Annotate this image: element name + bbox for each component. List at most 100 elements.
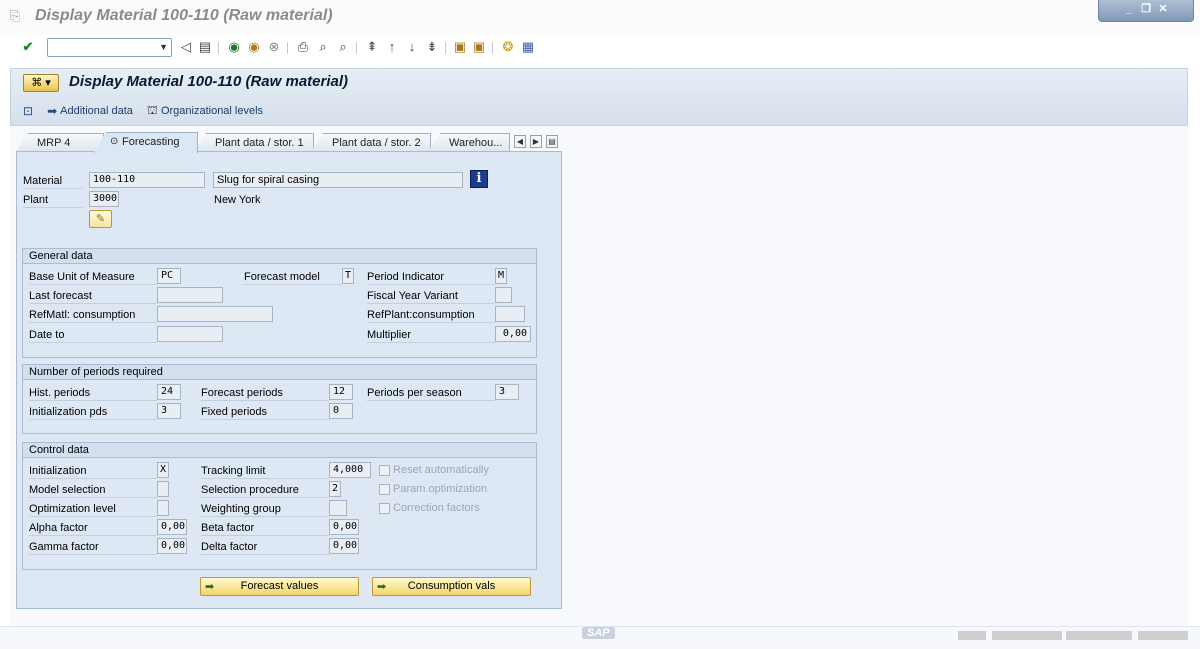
- periods-per-season-label: Periods per season: [367, 387, 462, 399]
- tab-label: Warehou...: [449, 137, 503, 149]
- tab-forecasting[interactable]: ⊙ Forecasting: [94, 132, 198, 153]
- refplant-consumption-field[interactable]: [495, 306, 525, 322]
- period-indicator-field[interactable]: M: [495, 268, 507, 284]
- shortcut-icon[interactable]: ▣: [471, 39, 487, 55]
- command-field[interactable]: ▼: [47, 38, 172, 57]
- tab-scroll-left-icon[interactable]: ◀: [514, 135, 526, 148]
- status-info: [992, 631, 1062, 640]
- gamma-factor-field[interactable]: 0,00: [157, 538, 187, 554]
- beta-factor-label: Beta factor: [201, 522, 255, 534]
- check-screen-data-button[interactable]: ⊡: [23, 104, 33, 118]
- tab-plant-data-stor2[interactable]: Plant data / stor. 2: [311, 133, 431, 152]
- forecast-values-button[interactable]: ➡ Forecast values: [200, 577, 359, 596]
- refmatl-consumption-label: RefMatl: consumption: [29, 309, 136, 321]
- weighting-group-label: Weighting group: [201, 503, 281, 515]
- hist-periods-label: Hist. periods: [29, 387, 91, 399]
- material-field[interactable]: 100-110: [89, 172, 205, 188]
- date-to-label: Date to: [29, 329, 65, 341]
- last-page-icon[interactable]: ⇟: [424, 39, 440, 55]
- consumption-vals-button[interactable]: ➡ Consumption vals: [372, 577, 531, 596]
- delta-factor-field[interactable]: 0,00: [329, 538, 359, 554]
- status-info: [1066, 631, 1132, 640]
- param-optimization-checkbox[interactable]: [379, 484, 390, 495]
- fiscal-year-variant-field[interactable]: [495, 287, 512, 303]
- initialization-pds-field[interactable]: 3: [157, 403, 181, 419]
- tracking-limit-field[interactable]: 4,000: [329, 462, 371, 478]
- periods-per-season-field[interactable]: 3: [495, 384, 519, 400]
- material-label: Material: [23, 175, 63, 187]
- reset-automatically-checkbox[interactable]: [379, 465, 390, 476]
- help-icon[interactable]: ❂: [500, 39, 516, 55]
- window-menu-icon[interactable]: ⎘: [10, 9, 24, 22]
- info-icon[interactable]: i: [470, 170, 488, 188]
- optimization-level-field[interactable]: [157, 500, 169, 516]
- hist-periods-field[interactable]: 24: [157, 384, 181, 400]
- plant-label: Plant: [23, 194, 49, 206]
- exit-icon[interactable]: ◉: [246, 39, 262, 55]
- cancel-icon[interactable]: ⊗: [266, 39, 282, 55]
- general-data-group: General data Base Unit of Measure PC For…: [22, 248, 537, 358]
- restore-icon[interactable]: ❐: [1139, 3, 1153, 17]
- periods-group: Number of periods required Hist. periods…: [22, 364, 537, 434]
- selection-procedure-label: Selection procedure: [201, 484, 299, 496]
- enter-icon[interactable]: ✔: [20, 39, 36, 55]
- tab-mrp4[interactable]: MRP 4: [16, 133, 104, 152]
- print-icon[interactable]: ⎙: [295, 39, 311, 55]
- plant-field[interactable]: 3000: [89, 191, 119, 207]
- gamma-factor-label: Gamma factor: [29, 541, 99, 553]
- application-toolbar: ⊡ ➡ Additional data ⛫ Organizational lev…: [23, 103, 263, 119]
- tab-plant-data-stor1[interactable]: Plant data / stor. 1: [194, 133, 314, 152]
- title-bar: ⎘ Display Material 100-110 (Raw material…: [0, 0, 1200, 34]
- multiplier-label: Multiplier: [367, 329, 412, 341]
- next-page-icon[interactable]: ↓: [404, 39, 420, 55]
- weighting-group-field[interactable]: [329, 500, 347, 516]
- minimize-icon[interactable]: _: [1122, 3, 1136, 17]
- material-description-field[interactable]: Slug for spiral casing: [213, 172, 463, 188]
- find-next-icon[interactable]: ⌕: [335, 39, 351, 55]
- plant-name: New York: [214, 194, 261, 206]
- additional-data-icon[interactable]: ✎: [89, 210, 112, 228]
- forecast-model-field[interactable]: T: [342, 268, 354, 284]
- find-icon[interactable]: ⌕: [315, 39, 331, 55]
- base-uom-field[interactable]: PC: [157, 268, 181, 284]
- back-icon[interactable]: ◉: [226, 39, 242, 55]
- model-selection-label: Model selection: [29, 484, 106, 496]
- date-to-field[interactable]: [157, 326, 223, 342]
- alpha-factor-field[interactable]: 0,00: [157, 519, 187, 535]
- optimization-level-label: Optimization level: [29, 503, 116, 515]
- forecast-values-label: Forecast values: [240, 580, 319, 592]
- multiplier-field[interactable]: 0,00: [495, 326, 531, 342]
- previous-page-icon[interactable]: ↑: [384, 39, 400, 55]
- tab-scroll-right-icon[interactable]: ▶: [530, 135, 542, 148]
- forecast-periods-label: Forecast periods: [201, 387, 283, 399]
- initialization-field[interactable]: X: [157, 462, 169, 478]
- fixed-periods-field[interactable]: 0: [329, 403, 353, 419]
- additional-data-button[interactable]: ➡ Additional data: [47, 104, 133, 118]
- tab-list-icon[interactable]: ▤: [546, 135, 558, 148]
- screen-header: ⌘ ▾ Display Material 100-110 (Raw materi…: [10, 68, 1188, 126]
- beta-factor-field[interactable]: 0,00: [329, 519, 359, 535]
- consumption-vals-label: Consumption vals: [407, 580, 496, 592]
- save-icon[interactable]: ▤: [197, 39, 213, 55]
- model-selection-field[interactable]: [157, 481, 169, 497]
- org-levels-button[interactable]: ⛫ Organizational levels: [147, 103, 263, 119]
- tab-label: Plant data / stor. 1: [215, 137, 304, 149]
- selection-procedure-field[interactable]: 2: [329, 481, 341, 497]
- chevron-down-icon[interactable]: ▼: [159, 42, 168, 52]
- forecast-periods-field[interactable]: 12: [329, 384, 353, 400]
- layout-menu-icon[interactable]: ▦: [520, 39, 536, 55]
- back-arrow-icon[interactable]: ◁: [178, 39, 194, 55]
- last-forecast-field[interactable]: [157, 287, 223, 303]
- param-optimization-label: Param.optimization: [393, 483, 488, 495]
- first-page-icon[interactable]: ⇞: [364, 39, 380, 55]
- arrow-right-icon: ➡: [47, 104, 58, 118]
- tab-label: Forecasting: [122, 136, 180, 148]
- material-views-icon[interactable]: ⌘ ▾: [23, 74, 59, 92]
- initialization-label: Initialization: [29, 465, 87, 477]
- correction-factors-checkbox[interactable]: [379, 503, 390, 514]
- tab-warehouse[interactable]: Warehou...: [428, 133, 510, 152]
- group-title: Number of periods required: [23, 365, 536, 380]
- close-icon[interactable]: ✕: [1156, 3, 1170, 17]
- new-session-icon[interactable]: ▣: [452, 39, 468, 55]
- refmatl-consumption-field[interactable]: [157, 306, 273, 322]
